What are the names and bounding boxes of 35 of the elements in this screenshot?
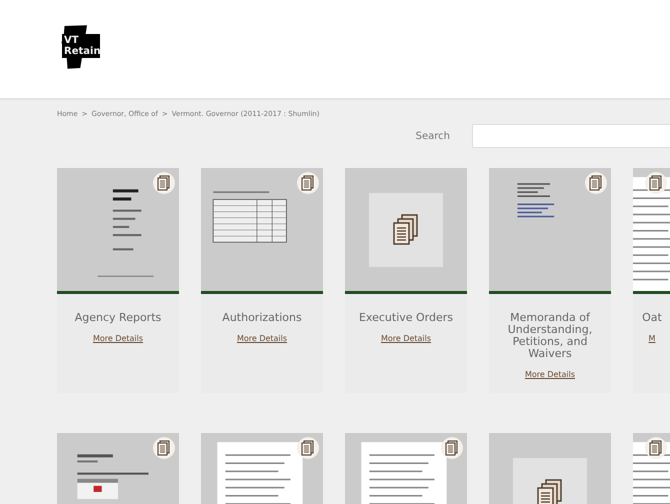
documents-icon bbox=[537, 478, 563, 504]
search-label: Search bbox=[416, 130, 450, 142]
document-badge-icon bbox=[645, 437, 667, 459]
card-title: Executive Orders bbox=[358, 312, 454, 324]
collection-card[interactable]: Oat M bbox=[633, 168, 670, 393]
collection-card[interactable]: Authorizations More Details bbox=[201, 168, 323, 393]
document-badge-icon bbox=[645, 172, 667, 194]
document-badge-icon bbox=[153, 172, 175, 194]
search-field[interactable] bbox=[472, 124, 670, 148]
card-title: Agency Reports bbox=[74, 312, 162, 324]
page-preview-drawing bbox=[77, 454, 148, 499]
document-badge-icon bbox=[585, 172, 607, 194]
document-badge-icon bbox=[441, 437, 463, 459]
logo[interactable]: VT Retain bbox=[54, 18, 98, 80]
page-preview-drawing bbox=[517, 182, 554, 217]
document-thumbnail[interactable] bbox=[201, 168, 323, 294]
collection-card[interactable]: Executive Orders More Details bbox=[345, 168, 467, 393]
documents-icon bbox=[393, 214, 419, 246]
collection-card[interactable]: Agency Reports More Details bbox=[57, 168, 179, 393]
document-thumbnail[interactable] bbox=[345, 168, 467, 294]
card-title: Memoranda of Understanding, Petitions, and Waivers bbox=[506, 312, 594, 360]
document-thumbnail[interactable] bbox=[489, 168, 611, 294]
document-thumbnail[interactable] bbox=[57, 168, 179, 294]
card-title: Oat bbox=[642, 312, 662, 324]
collection-card[interactable]: Memoranda of Understanding, Petitions, and Waivers More Details bbox=[489, 168, 611, 393]
more-details-link[interactable]: More Details bbox=[380, 334, 432, 343]
document-badge-icon bbox=[297, 172, 319, 194]
document-badge-icon bbox=[153, 437, 175, 459]
card-title: Authorizations bbox=[221, 312, 303, 324]
more-details-link[interactable]: More Details bbox=[92, 334, 144, 343]
more-details-link[interactable]: More Details bbox=[524, 370, 576, 379]
logo-text: VT Retain bbox=[62, 34, 100, 58]
more-details-link[interactable]: M bbox=[648, 334, 656, 343]
document-badge-icon bbox=[297, 437, 319, 459]
more-details-link[interactable]: More Details bbox=[236, 334, 288, 343]
